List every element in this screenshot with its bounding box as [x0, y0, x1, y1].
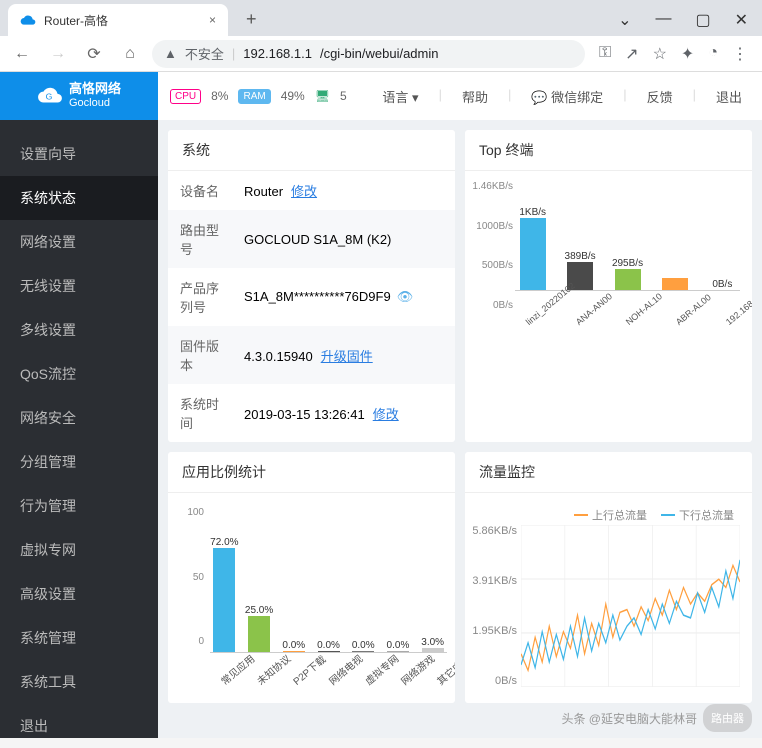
upgrade-link[interactable]: 升级固件	[321, 349, 373, 364]
legend-up: 上行总流量	[574, 507, 647, 523]
ram-percent: 49%	[281, 89, 305, 103]
traffic-chart: 上行总流量 下行总流量 5.86KB/s3.91KB/s1.95KB/s0B/s	[465, 493, 752, 703]
sidebar-item[interactable]: QoS流控	[0, 352, 158, 396]
sidebar-item[interactable]: 多线设置	[0, 308, 158, 352]
top-terminals-card: Top 终端 1.46KB/s1000B/s500B/s0B/s1KB/s389…	[465, 130, 752, 442]
cloud-icon	[20, 12, 36, 28]
cloud-logo-icon: G	[37, 83, 63, 109]
traffic-card: 流量监控 上行总流量 下行总流量 5.86KB/s3.91KB/s1.95KB/…	[465, 452, 752, 703]
card-title: Top 终端	[465, 130, 752, 171]
tab-title: Router-高恪	[44, 12, 108, 29]
header-menu: 语言 ▾ | 帮助 | 💬 微信绑定 | 反馈 | 退出	[382, 87, 762, 106]
feedback-link[interactable]: 反馈	[647, 87, 673, 106]
reload-button[interactable]: ⟳	[80, 40, 108, 68]
cpu-badge: CPU	[170, 89, 201, 104]
app-ratio-chart: 10050072.0%25.0%0.0%0.0%0.0%0.0%3.0%常见应用…	[168, 493, 455, 703]
row-serial: 产品序列号S1A_8M**********76D9F9👁	[168, 268, 455, 326]
row-systime: 系统时间2019-03-15 13:26:41修改	[168, 384, 455, 442]
legend-down: 下行总流量	[661, 507, 734, 523]
minimize-icon[interactable]: —	[655, 10, 671, 30]
lang-menu[interactable]: 语言 ▾	[382, 87, 418, 106]
svg-text:G: G	[46, 91, 53, 101]
star-icon[interactable]: ☆	[653, 44, 667, 64]
maximize-icon[interactable]: ▢	[695, 10, 710, 30]
cpu-percent: 8%	[211, 89, 228, 103]
close-icon[interactable]: ×	[209, 13, 216, 27]
browser-tab[interactable]: Router-高恪 ×	[8, 4, 228, 36]
device-count: 5	[340, 89, 347, 103]
extensions-icon[interactable]: ✦	[681, 44, 694, 64]
main-content: 系统 设备名Router修改 路由型号GOCLOUD S1A_8M (K2) 产…	[158, 120, 762, 738]
system-card: 系统 设备名Router修改 路由型号GOCLOUD S1A_8M (K2) 产…	[168, 130, 455, 442]
sidebar-item[interactable]: 系统状态	[0, 176, 158, 220]
app-header: G 高恪网络Gocloud CPU 8% RAM 49% 🖥 5 语言 ▾ | …	[0, 72, 762, 120]
url-path: /cgi-bin/webui/admin	[320, 46, 439, 61]
sidebar-item[interactable]: 网络设置	[0, 220, 158, 264]
app-ratio-card: 应用比例统计 10050072.0%25.0%0.0%0.0%0.0%0.0%3…	[168, 452, 455, 703]
sidebar-item[interactable]: 退出	[0, 704, 158, 748]
sidebar-item[interactable]: 无线设置	[0, 264, 158, 308]
monitor-icon: 🖥	[315, 89, 330, 103]
menu-icon[interactable]: ⋮	[732, 44, 748, 64]
back-button[interactable]: ←	[8, 40, 36, 68]
key-icon[interactable]: ⚿	[599, 44, 611, 64]
card-title: 流量监控	[465, 452, 752, 493]
sidebar-item[interactable]: 分组管理	[0, 440, 158, 484]
home-button[interactable]: ⌂	[116, 40, 144, 68]
row-device-name: 设备名Router修改	[168, 171, 455, 210]
top-terminals-chart: 1.46KB/s1000B/s500B/s0B/s1KB/s389B/s295B…	[465, 171, 752, 351]
card-title: 应用比例统计	[168, 452, 455, 493]
sidebar-item[interactable]: 网络安全	[0, 396, 158, 440]
share-icon[interactable]: ↗	[625, 44, 638, 64]
logout-link[interactable]: 退出	[716, 87, 742, 106]
sidebar: 设置向导系统状态网络设置无线设置多线设置QoS流控网络安全分组管理行为管理虚拟专…	[0, 120, 158, 738]
sidebar-item[interactable]: 高级设置	[0, 572, 158, 616]
row-firmware: 固件版本4.3.0.15940升级固件	[168, 326, 455, 384]
sidebar-item[interactable]: 虚拟专网	[0, 528, 158, 572]
sidebar-item[interactable]: 系统管理	[0, 616, 158, 660]
sidebar-item[interactable]: 行为管理	[0, 484, 158, 528]
row-model: 路由型号GOCLOUD S1A_8M (K2)	[168, 210, 455, 268]
warning-icon: ▲	[164, 46, 177, 61]
browser-tab-strip: Router-高恪 × + ⌄ — ▢ ✕	[0, 0, 762, 36]
profile-icon[interactable]: ◔	[708, 44, 718, 64]
new-tab-button[interactable]: +	[238, 9, 265, 30]
security-label: 不安全	[185, 44, 224, 63]
wechat-bind[interactable]: 💬 微信绑定	[531, 87, 603, 106]
edit-name-link[interactable]: 修改	[291, 184, 317, 199]
edit-time-link[interactable]: 修改	[373, 407, 399, 422]
logo: G 高恪网络Gocloud	[0, 72, 158, 120]
dropdown-icon[interactable]: ⌄	[618, 10, 631, 30]
reveal-icon[interactable]: 👁	[397, 289, 414, 304]
sidebar-item[interactable]: 设置向导	[0, 132, 158, 176]
help-link[interactable]: 帮助	[462, 87, 488, 106]
ram-badge: RAM	[238, 89, 270, 104]
sidebar-item[interactable]: 系统工具	[0, 660, 158, 704]
forward-button[interactable]: →	[44, 40, 72, 68]
url-host: 192.168.1.1	[243, 46, 312, 61]
address-bar[interactable]: ▲ 不安全 | 192.168.1.1/cgi-bin/webui/admin	[152, 40, 585, 68]
browser-toolbar: ← → ⟳ ⌂ ▲ 不安全 | 192.168.1.1/cgi-bin/webu…	[0, 36, 762, 72]
close-window-icon[interactable]: ✕	[735, 10, 748, 30]
card-title: 系统	[168, 130, 455, 171]
